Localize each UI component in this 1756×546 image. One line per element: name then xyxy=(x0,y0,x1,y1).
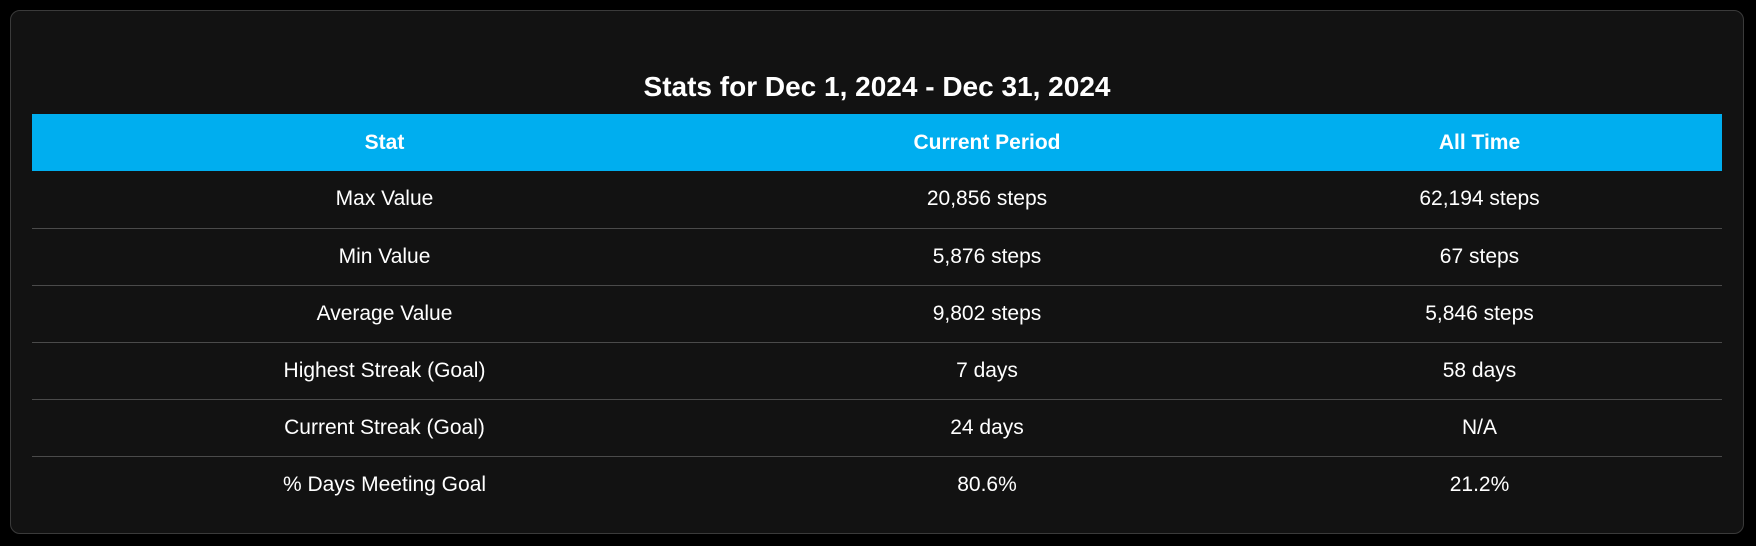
cell-stat-name: Highest Streak (Goal) xyxy=(283,358,486,382)
table-row: Min Value 5,876 steps 67 steps xyxy=(32,228,1722,285)
cell-all-time: 58 days xyxy=(1442,358,1517,382)
table-row: Average Value 9,802 steps 5,846 steps xyxy=(32,285,1722,342)
cell-current-period: 24 days xyxy=(950,415,1024,439)
cell-current-period: 7 days xyxy=(956,358,1018,382)
cell-current-period: 9,802 steps xyxy=(932,301,1042,325)
cell-stat-name: Average Value xyxy=(316,301,453,325)
stats-title: Stats for Dec 1, 2024 - Dec 31, 2024 xyxy=(643,71,1111,102)
cell-stat-name: Max Value xyxy=(335,187,434,211)
header-all-time: All Time xyxy=(1438,130,1521,154)
cell-current-period: 80.6% xyxy=(957,472,1017,496)
cell-all-time: 21.2% xyxy=(1449,472,1510,496)
cell-all-time: 67 steps xyxy=(1439,244,1520,268)
header-stat: Stat xyxy=(364,130,405,154)
cell-stat-name: % Days Meeting Goal xyxy=(282,472,487,496)
stats-table: Stat Current Period All Time Max Value 2… xyxy=(32,114,1722,513)
cell-stat-name: Current Streak (Goal) xyxy=(284,415,485,439)
stats-panel: Stats for Dec 1, 2024 - Dec 31, 2024 Sta… xyxy=(10,10,1744,534)
cell-stat-name: Min Value xyxy=(338,244,431,268)
cell-all-time: N/A xyxy=(1461,415,1497,439)
table-row: Current Streak (Goal) 24 days N/A xyxy=(32,399,1722,456)
cell-current-period: 20,856 steps xyxy=(926,187,1048,211)
cell-current-period: 5,876 steps xyxy=(932,244,1042,268)
table-row: Max Value 20,856 steps 62,194 steps xyxy=(32,171,1722,228)
table-header-row: Stat Current Period All Time xyxy=(32,114,1722,171)
cell-all-time: 5,846 steps xyxy=(1425,301,1534,325)
cell-all-time: 62,194 steps xyxy=(1419,187,1540,211)
header-current-period: Current Period xyxy=(913,130,1061,154)
table-row: % Days Meeting Goal 80.6% 21.2% xyxy=(32,456,1722,513)
table-row: Highest Streak (Goal) 7 days 58 days xyxy=(32,342,1722,399)
